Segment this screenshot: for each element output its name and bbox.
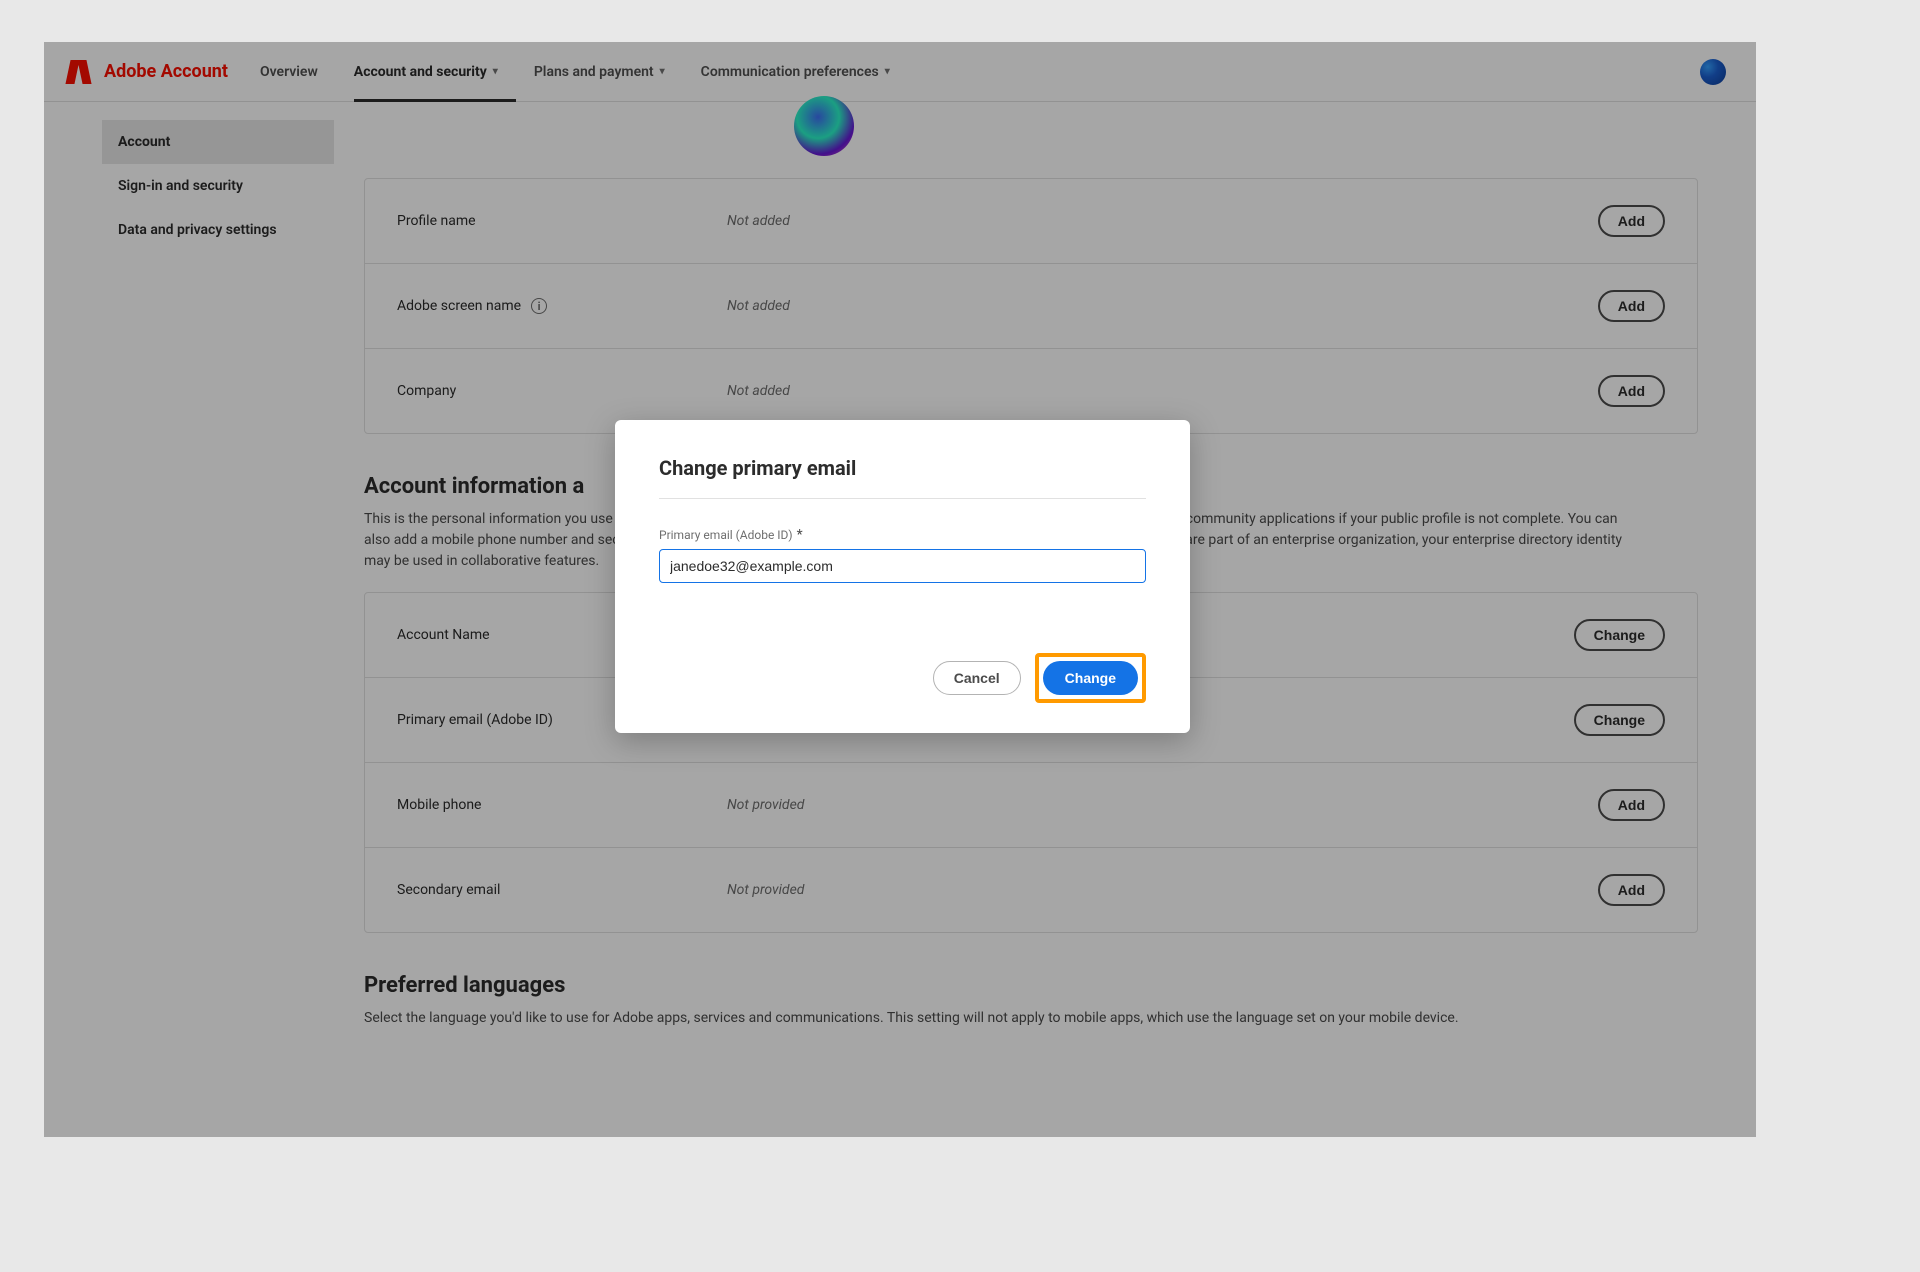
chevron-down-icon: ▾ [660,66,665,77]
field-label: Primary email (Adobe ID) * [659,527,1146,543]
row-value: Not added [727,383,1565,399]
nav-account-security-label: Account and security [354,64,487,80]
row-profile-name: Profile name Not added Add [365,179,1697,264]
nav-plans-payment[interactable]: Plans and payment ▾ [534,42,665,101]
tutorial-highlight: Change [1035,653,1146,703]
row-label: Profile name [397,213,727,229]
pref-lang-desc: Select the language you'd like to use fo… [364,1008,1624,1029]
brand[interactable]: Adobe Account [68,60,228,84]
adobe-logo-icon [68,60,94,84]
row-label: Mobile phone [397,797,727,813]
modal-divider [659,498,1146,499]
row-value: Not added [727,213,1565,229]
info-icon[interactable]: i [531,298,547,314]
user-avatar[interactable] [1700,59,1726,85]
pref-lang-heading: Preferred languages [364,973,1698,998]
nav-overview[interactable]: Overview [260,42,318,101]
change-confirm-button[interactable]: Change [1043,661,1138,695]
nav-comm-prefs-label: Communication preferences [701,64,879,80]
sidebar: Account Sign-in and security Data and pr… [102,120,334,1049]
row-label: Company [397,383,727,399]
add-button[interactable]: Add [1598,789,1665,821]
modal-actions: Cancel Change [659,653,1146,703]
nav-plans-payment-label: Plans and payment [534,64,654,80]
add-button[interactable]: Add [1598,874,1665,906]
change-email-modal: Change primary email Primary email (Adob… [615,420,1190,733]
change-button[interactable]: Change [1574,619,1665,651]
add-button[interactable]: Add [1598,290,1665,322]
row-secondary-email: Secondary email Not provided Add [365,848,1697,932]
brand-name: Adobe Account [104,61,228,82]
primary-email-input[interactable] [659,549,1146,583]
required-asterisk: * [797,527,803,543]
row-value: Not added [727,298,1565,314]
top-nav: Adobe Account Overview Account and secur… [44,42,1756,102]
row-screen-name: Adobe screen name i Not added Add [365,264,1697,349]
nav-account-security[interactable]: Account and security ▾ [354,42,498,101]
row-label-text: Adobe screen name [397,298,521,314]
profile-section: Profile name Not added Add Adobe screen … [364,178,1698,434]
row-value: Not provided [727,797,1565,813]
sidebar-item-account[interactable]: Account [102,120,334,164]
nav-overview-label: Overview [260,64,318,80]
add-button[interactable]: Add [1598,205,1665,237]
nav-comm-prefs[interactable]: Communication preferences ▾ [701,42,890,101]
add-button[interactable]: Add [1598,375,1665,407]
cancel-button[interactable]: Cancel [933,661,1021,695]
row-value: Not provided [727,882,1565,898]
sidebar-item-signin[interactable]: Sign-in and security [102,164,334,208]
profile-avatar[interactable] [794,96,854,156]
nav-items: Overview Account and security ▾ Plans and… [260,42,890,101]
field-label-text: Primary email (Adobe ID) [659,528,793,542]
sidebar-item-privacy[interactable]: Data and privacy settings [102,208,334,252]
modal-title: Change primary email [659,456,1146,480]
row-label: Adobe screen name i [397,298,727,314]
chevron-down-icon: ▾ [493,66,498,77]
chevron-down-icon: ▾ [885,66,890,77]
row-label: Secondary email [397,882,727,898]
row-mobile: Mobile phone Not provided Add [365,763,1697,848]
change-button[interactable]: Change [1574,704,1665,736]
